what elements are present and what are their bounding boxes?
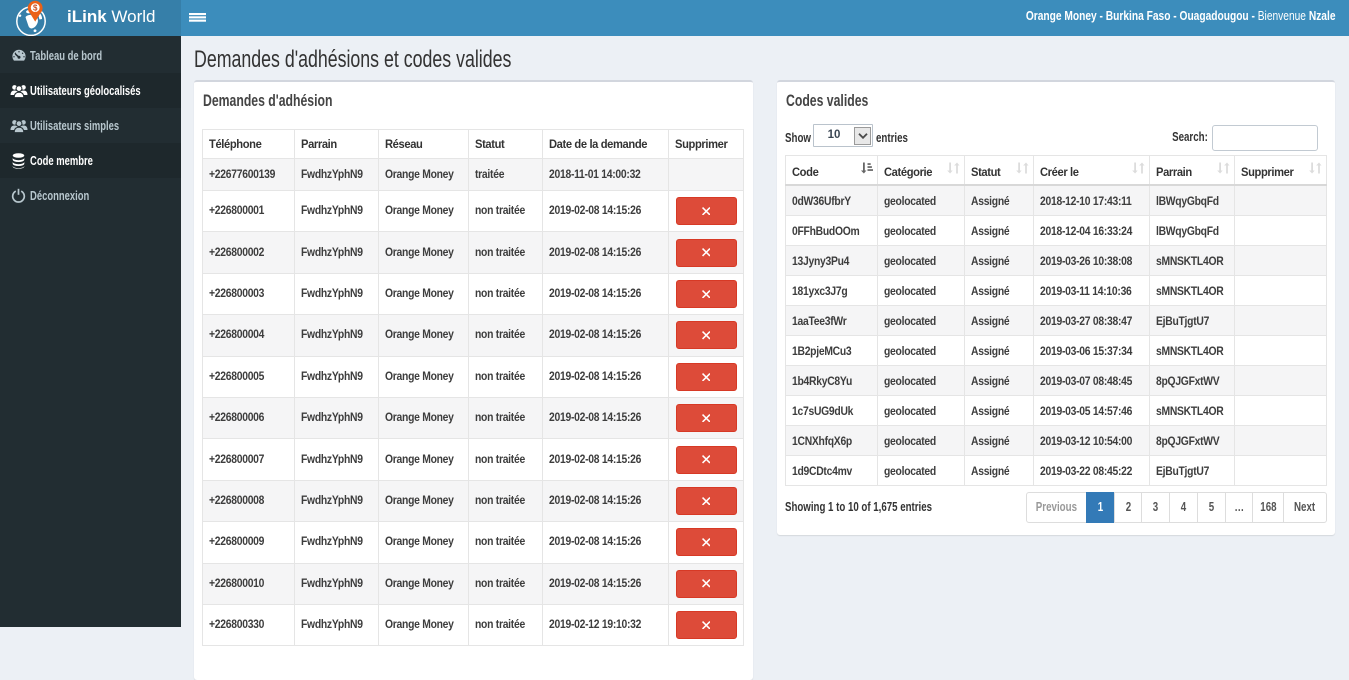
svg-text:$: $	[33, 3, 38, 12]
